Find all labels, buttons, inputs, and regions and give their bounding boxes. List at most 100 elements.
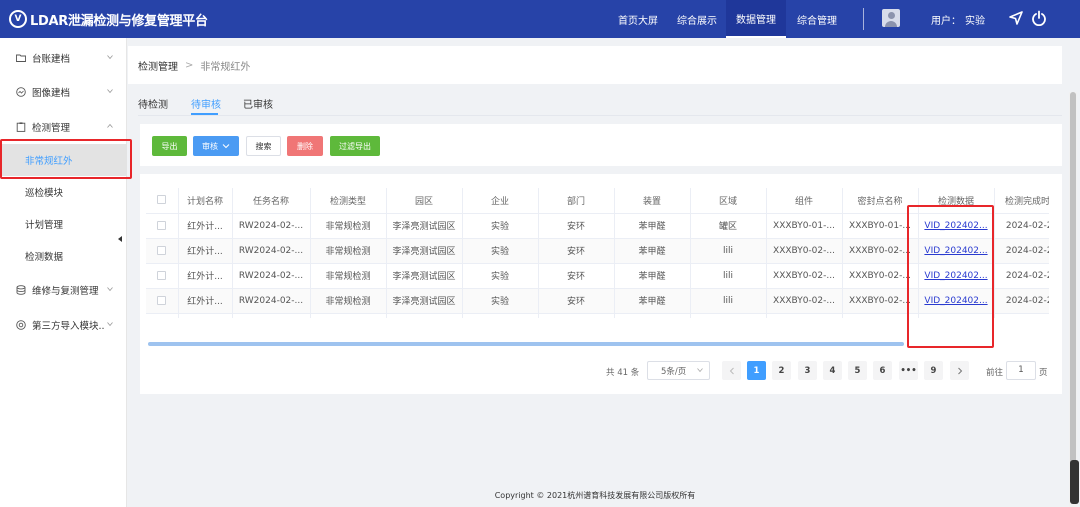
table-row[interactable]: 红外计... RW2024-02-... 非常规检测 李泽亮测试园区 实验 安环 苯甲醛 罐区…: [146, 213, 1049, 239]
nav-item[interactable]: 综合展示: [668, 0, 726, 38]
sidebar-menu-third-party[interactable]: 第三方导入模块..: [0, 309, 127, 341]
select-all-checkbox[interactable]: [157, 195, 167, 205]
filter-export-button-label: 过滤导出: [339, 141, 371, 151]
app-logo[interactable]: V LDAR泄漏检测与修复管理平台: [0, 0, 208, 38]
table-cell: XXXBY0-02-...: [766, 238, 843, 264]
nav-item[interactable]: 数据管理: [726, 0, 786, 38]
page-scrollbar-thumb[interactable]: [1070, 92, 1076, 472]
filter-export-button[interactable]: 过滤导出: [330, 136, 380, 156]
page-ellipsis-button[interactable]: •••: [899, 361, 918, 380]
row-select-cell: [146, 213, 179, 239]
table-cell: 安环: [538, 263, 615, 289]
tab-pending-review[interactable]: 待审核: [191, 96, 221, 111]
chevron-down-icon: [222, 144, 230, 149]
sidebar-item-inspection[interactable]: 巡检模块: [0, 176, 127, 208]
delete-button[interactable]: 删除: [287, 136, 323, 156]
clipboard-icon: [16, 122, 26, 132]
column-header: 密封点名称: [842, 188, 919, 214]
table-cell: XXXBY0-02-...: [842, 238, 919, 264]
page-number-button[interactable]: 9: [924, 361, 943, 380]
column-header: 检测类型: [310, 188, 387, 214]
page-number-button[interactable]: 6: [873, 361, 892, 380]
avatar[interactable]: [882, 9, 900, 27]
tab-reviewed[interactable]: 已审核: [243, 96, 273, 111]
column-header: 检测数据: [918, 188, 995, 214]
toolbar: 导出 审核 搜索 删除 过滤导出: [140, 124, 1062, 166]
page-size-select[interactable]: 5条/页: [647, 361, 710, 380]
table-cell: XXXBY0-02-...: [842, 288, 919, 314]
table-cell: lili: [690, 263, 767, 289]
sidebar-menu-detection[interactable]: 检测管理: [0, 111, 127, 143]
table-row[interactable]: 红外计...RW2024-02-...非常规检测李泽亮测试园区实验安环苯甲醛li…: [146, 238, 1049, 264]
sidebar-item-plan[interactable]: 计划管理: [0, 208, 127, 240]
table-cell: XXXBY0-02-...: [842, 313, 919, 318]
table-cell: XXXBY0-02-...: [766, 263, 843, 289]
page-number-button[interactable]: 1: [747, 361, 766, 380]
power-icon[interactable]: [1031, 10, 1047, 26]
table-cell: 苯甲醛: [614, 288, 691, 314]
sidebar-collapse-icon[interactable]: [118, 236, 122, 242]
prev-page-button[interactable]: [722, 361, 741, 380]
page-number-button[interactable]: 4: [823, 361, 842, 380]
export-button[interactable]: 导出: [152, 136, 187, 156]
sidebar-item-unconventional-infrared[interactable]: 非常规红外: [0, 144, 127, 176]
detection-data-link[interactable]: VID_202402...: [924, 221, 987, 231]
table-cell: 红外计...: [178, 213, 233, 239]
table-cell: 李泽亮测试园区: [386, 288, 463, 314]
user-label: 用户：: [931, 16, 961, 27]
row-select-cell: [146, 288, 179, 314]
table-cell: XXXBY0-02-...: [766, 288, 843, 314]
detection-data-link[interactable]: VID_202402...: [924, 296, 987, 306]
horizontal-scrollbar[interactable]: [148, 342, 904, 346]
page-number-button[interactable]: 3: [798, 361, 817, 380]
app-title: LDAR泄漏检测与修复管理平台: [30, 13, 208, 29]
row-checkbox[interactable]: [157, 270, 167, 280]
row-checkbox[interactable]: [157, 220, 167, 230]
sidebar-menu-label: 台账建档: [32, 54, 71, 65]
goto-suffix: 页: [1039, 368, 1048, 378]
pagination: 共 41 条 5条/页 1 2 3 4 5 6 ••• 9 前往 1 页: [140, 360, 1062, 382]
row-checkbox[interactable]: [157, 245, 167, 255]
column-header: 企业: [462, 188, 539, 214]
page-number-button[interactable]: 2: [772, 361, 791, 380]
table-cell: 实验: [462, 263, 539, 289]
breadcrumb-parent[interactable]: 检测管理: [138, 58, 178, 73]
sidebar-menu-repair[interactable]: 维修与复测管理: [0, 274, 127, 306]
column-header: 计划名称: [178, 188, 233, 214]
nav-item[interactable]: 综合管理: [786, 0, 848, 38]
table-cell: XXXBY0-01-...: [766, 213, 843, 239]
table-row[interactable]: 红外计...RW2024-02-...非常规检测李泽亮测试园区实验安环苯甲醛li…: [146, 263, 1049, 289]
table-cell: 非常规检测: [310, 263, 387, 289]
chevron-right-icon: [957, 367, 962, 374]
goto-page-input[interactable]: 1: [1006, 361, 1036, 380]
table-row[interactable]: 红外计...RW2024-02-...非常规检测李泽亮测试园区实验安环苯甲醛li…: [146, 313, 1049, 318]
nav-item[interactable]: 首页大屏: [608, 0, 668, 38]
chevron-down-icon: [107, 322, 113, 327]
next-page-button[interactable]: [950, 361, 969, 380]
search-button[interactable]: 搜索: [246, 136, 281, 156]
sidebar-item-label: 检测数据: [25, 252, 64, 263]
table-cell: 实验: [462, 313, 539, 318]
pagination-total: 共 41 条: [606, 368, 640, 378]
column-header: 区域: [690, 188, 767, 214]
table-cell: 红外计...: [178, 238, 233, 264]
scrollbar-corner: [1070, 460, 1079, 504]
review-dropdown-button[interactable]: 审核: [193, 136, 239, 156]
row-checkbox[interactable]: [157, 295, 167, 305]
sidebar-item-label: 非常规红外: [25, 156, 73, 167]
table-cell: XXXBY0-01-...: [842, 213, 919, 239]
location-arrow-icon[interactable]: [1008, 10, 1024, 26]
sidebar-menu-ledger[interactable]: 台账建档: [0, 42, 127, 74]
sidebar-menu-label: 维修与复测管理: [32, 286, 99, 297]
tab-pending-detection[interactable]: 待检测: [138, 96, 168, 111]
detection-data-link[interactable]: VID_202402...: [924, 271, 987, 281]
table-row[interactable]: 红外计...RW2024-02-...非常规检测李泽亮测试园区实验安环苯甲醛li…: [146, 288, 1049, 314]
sidebar-menu-image[interactable]: 图像建档: [0, 76, 127, 108]
table-cell: 非常规检测: [310, 313, 387, 318]
sidebar-item-detection-data[interactable]: 检测数据: [0, 240, 127, 272]
table-cell: 李泽亮测试园区: [386, 238, 463, 264]
page-number-button[interactable]: 5: [848, 361, 867, 380]
table-cell: RW2024-02-...: [232, 313, 311, 318]
tab-bar: 待检测 待审核 已审核: [128, 86, 1068, 116]
detection-data-link[interactable]: VID_202402...: [924, 246, 987, 256]
